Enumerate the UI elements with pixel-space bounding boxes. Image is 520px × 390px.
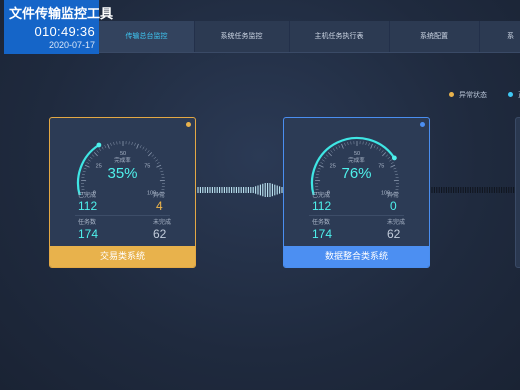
gauge-tick: [335, 146, 338, 150]
gauge-tick: [147, 150, 150, 153]
top-nav: 传输总台监控 系统任务监控 主机任务执行表 系统配置 系: [99, 21, 520, 53]
gauge-tick: [96, 150, 99, 153]
abnormal-value: 0: [390, 199, 397, 213]
abnormal-value: 4: [156, 199, 163, 213]
legend-dot-icon: [449, 92, 454, 97]
gauge-tick: [104, 145, 107, 149]
divider: [75, 215, 170, 216]
gauge-tick: [347, 142, 349, 146]
gauge-tick: [365, 142, 367, 146]
gauge-tick: [139, 145, 142, 149]
pending-label: 未完成: [387, 220, 406, 226]
system-name: 交易类系统: [50, 246, 195, 267]
tasks-label: 任务数: [312, 220, 331, 226]
pending-value: 62: [153, 227, 167, 241]
gauge-tick: [373, 145, 376, 149]
clock-time: 010:49:36: [34, 24, 95, 39]
completed-value: 112: [78, 199, 98, 213]
gauge-tick: [144, 148, 148, 152]
app-title: 文件传输监控工具: [9, 6, 114, 21]
gauge-tick: [370, 143, 373, 149]
divider: [309, 215, 404, 216]
app-header: 文件传输监控工具 010:49:36 2020-07-17: [4, 0, 113, 54]
status-dot-icon: [420, 122, 425, 127]
transfer-connector: [431, 187, 515, 193]
tab-host-task-table[interactable]: 主机任务执行表: [289, 21, 390, 52]
gauge-tick: [101, 146, 104, 150]
gauge-tick: [332, 148, 336, 152]
tasks-value: 174: [78, 227, 99, 241]
clock-date: 2020-07-17: [48, 40, 95, 50]
gauge-tick: [376, 146, 379, 150]
tab-transfer-monitor[interactable]: 传输总台监控: [99, 21, 195, 52]
transfer-connector: [197, 183, 283, 197]
tasks-value: 174: [312, 227, 333, 241]
legend-dot-icon: [508, 92, 513, 97]
completed-label: 已完成: [312, 193, 331, 199]
gauge-label: 完成率: [114, 158, 131, 164]
pending-value: 62: [387, 227, 401, 241]
gauge-tick: [330, 150, 333, 153]
gauge-tick: [113, 142, 115, 146]
system-name: 数据整合类系统: [284, 246, 429, 267]
gauge-tick: [378, 148, 382, 152]
gauge-tick: [107, 143, 110, 149]
gauge-tick: [381, 150, 384, 153]
gauge-tick: [142, 146, 145, 150]
pending-label: 未完成: [153, 220, 172, 226]
tasks-label: 任务数: [78, 220, 97, 226]
completion-rate: 76%: [341, 165, 372, 182]
gauge-tick: [338, 145, 341, 149]
completion-rate: 35%: [107, 165, 138, 182]
gauge-tick: [98, 148, 102, 152]
system-card-trading[interactable]: 0 25 50 75 100 完成率 35% 已完成 异常 112 4 任务数 未完成 …: [49, 117, 196, 268]
gauge-tick: [110, 142, 112, 146]
completed-label: 已完成: [78, 193, 97, 199]
completed-value: 112: [312, 199, 332, 213]
legend-normal: 正: [508, 90, 520, 100]
tab-system-config[interactable]: 系统配置: [389, 21, 480, 52]
abnormal-label: 异常: [387, 193, 400, 199]
gauge-label: 完成率: [348, 158, 365, 164]
legend-label: 异常状态: [459, 92, 487, 99]
gauge-tick: [341, 143, 344, 149]
gauge-tick: [136, 143, 139, 149]
gauge-tick: [344, 142, 346, 146]
gauge-pointer: [96, 142, 102, 148]
status-dot-icon: [186, 122, 191, 127]
system-card-partial[interactable]: [515, 117, 520, 268]
legend-abnormal: 异常状态: [449, 90, 487, 100]
tab-system-task-monitor[interactable]: 系统任务监控: [194, 21, 290, 52]
gauge-tick: [368, 142, 370, 146]
abnormal-label: 异常: [153, 193, 166, 199]
gauge-tick: [134, 142, 136, 146]
tab-partial[interactable]: 系: [479, 21, 520, 52]
gauge-tick: [131, 142, 133, 146]
system-card-data-integration[interactable]: 0 25 50 75 100 完成率 76% 已完成 异常 112 0 任务数 未完成 …: [283, 117, 430, 268]
